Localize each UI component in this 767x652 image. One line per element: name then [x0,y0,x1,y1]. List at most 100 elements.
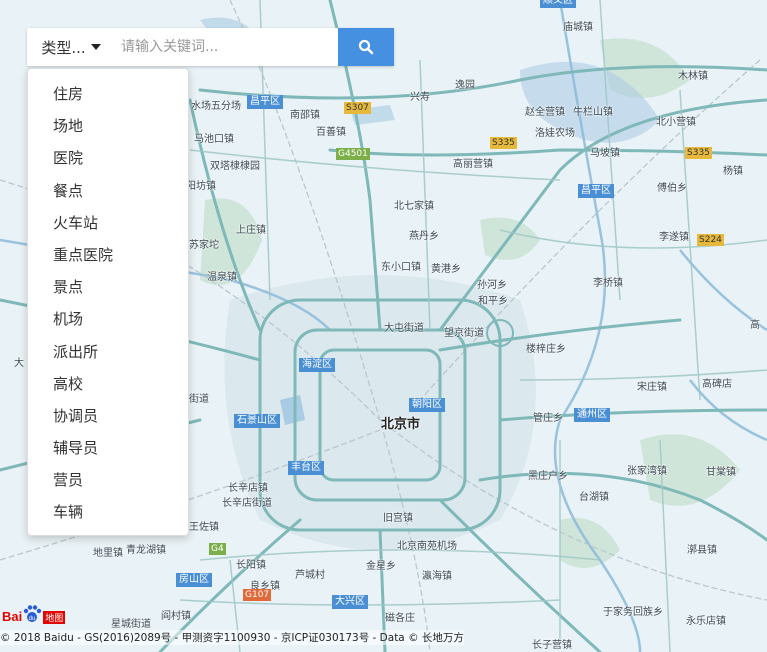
map-label: 管庄乡 [533,413,563,424]
map-label: 燕丹乡 [409,231,439,242]
search-input[interactable] [115,29,338,65]
search-icon [358,39,374,55]
map-label: 王佐镇 [189,522,219,533]
map-label: 温泉镇 [207,272,237,283]
logo-map-text: 地图 [43,611,66,624]
map-label: 傅伯乡 [657,183,687,194]
highway-shield: S224 [697,234,724,246]
district-label: 朝阳区 [409,398,445,412]
map-label: 木林镇 [678,71,708,82]
map-label: 旧宫镇 [383,513,413,524]
map-label: 磁各庄 [385,613,415,624]
type-select-button[interactable]: 类型... [27,28,115,66]
dropdown-item-coordinator[interactable]: 协调员 [28,400,188,432]
district-label: 顺义区 [540,0,576,8]
map-label: 水场五分场 [191,101,241,112]
map-label: 宋庄镇 [637,382,667,393]
district-label: 通州区 [574,408,610,422]
map-label: 甘棠镇 [706,467,736,478]
map-label: 阎村镇 [161,611,191,622]
map-label: 赵全营镇 [525,107,565,118]
search-button[interactable] [338,28,394,66]
map-label: 北京南苑机场 [397,541,457,552]
map-label: 高碑店 [702,379,732,390]
map-label: 漷县镇 [687,545,717,556]
map-label: 大屯街道 [384,323,424,334]
map-label: 长辛店镇 [228,483,268,494]
highway-shield: S307 [344,102,371,114]
district-label: 昌平区 [578,184,614,198]
map-label: 楼梓庄乡 [526,344,566,355]
district-label: 大兴区 [332,595,368,609]
map-label: 瀛海镇 [422,571,452,582]
dropdown-item-hospital[interactable]: 医院 [28,142,188,174]
highway-shield: S335 [490,137,517,149]
logo-text: Bai [2,609,23,624]
highway-shield: G107 [243,589,272,601]
map-label: 和平乡 [478,296,508,307]
map-label: 逸园 [455,80,475,91]
map-label: 北七家镇 [394,201,434,212]
highway-shield: G4501 [336,148,370,160]
city-label: 北京市 [381,417,421,432]
dropdown-item-scenic-spot[interactable]: 景点 [28,271,188,303]
map-label: 高 [750,320,760,331]
district-label: 房山区 [176,573,212,587]
map-label: 东小口镇 [381,262,421,273]
map-label: 高丽营镇 [453,159,493,170]
map-label: 孙河乡 [477,280,507,291]
dropdown-item-housing[interactable]: 住房 [28,78,188,110]
map-label: 青龙湖镇 [126,545,166,556]
highway-shield: G4 [209,543,226,555]
district-label: 丰台区 [288,461,324,475]
map-label: 庙城镇 [563,22,593,33]
map-label: 马坡镇 [590,148,620,159]
dropdown-item-vehicle[interactable]: 车辆 [28,496,188,528]
dropdown-item-police-station[interactable]: 派出所 [28,336,188,368]
map-label: 台湖镇 [579,492,609,503]
map-label: 大 [14,358,24,369]
dropdown-item-train-station[interactable]: 火车站 [28,207,188,239]
map-label: 杨镇 [723,166,743,177]
map-label: 星城街道 [111,619,151,630]
logo-paw-text: du [29,616,36,622]
map-label: 马池口镇 [194,134,234,145]
map-label: 地里镇 [93,548,123,559]
map-label: 芦城村 [295,570,325,581]
map-label: 金星乡 [366,561,396,572]
map-label: 李桥镇 [593,278,623,289]
map-label: 李遂镇 [659,232,689,243]
map-label: 黑庄户乡 [528,471,568,482]
map-label: 北小营镇 [656,117,696,128]
district-label: 石景山区 [234,414,280,428]
map-label: 长子营镇 [532,640,572,651]
dropdown-item-counselor[interactable]: 辅导员 [28,432,188,464]
map-label: 百善镇 [316,127,346,138]
map-label: 永乐店镇 [686,616,726,627]
map-label: 黄港乡 [431,264,461,275]
map-label: 望京街道 [444,328,484,339]
dropdown-item-venue[interactable]: 场地 [28,110,188,142]
map-label: 上庄镇 [236,225,266,236]
map-label: 牛栏山镇 [573,107,613,118]
map-label: 张家湾镇 [627,466,667,477]
dropdown-item-camper[interactable]: 营员 [28,464,188,496]
search-bar: 类型... [27,28,394,66]
highway-shield: S335 [685,147,712,159]
dropdown-item-catering[interactable]: 餐点 [28,175,188,207]
map-label: 兴寿 [410,92,430,103]
dropdown-item-key-hospital[interactable]: 重点医院 [28,239,188,271]
map-label: 阳坊镇 [186,181,216,192]
type-select-label: 类型... [41,38,86,57]
map-label: 双塔棣棣园 [210,161,260,172]
district-label: 海淀区 [299,358,335,372]
baidu-logo[interactable]: Bai du 地图 [2,604,66,624]
district-label: 昌平区 [247,95,283,109]
map-label: 长阳镇 [236,560,266,571]
map-label: 街道 [189,394,209,405]
dropdown-item-airport[interactable]: 机场 [28,303,188,335]
copyright-text: © 2018 Baidu - GS(2016)2089号 - 甲测资字11009… [0,630,464,645]
map-label: 于家务回族乡 [603,607,663,618]
paw-icon: du [24,605,42,622]
dropdown-item-university[interactable]: 高校 [28,368,188,400]
